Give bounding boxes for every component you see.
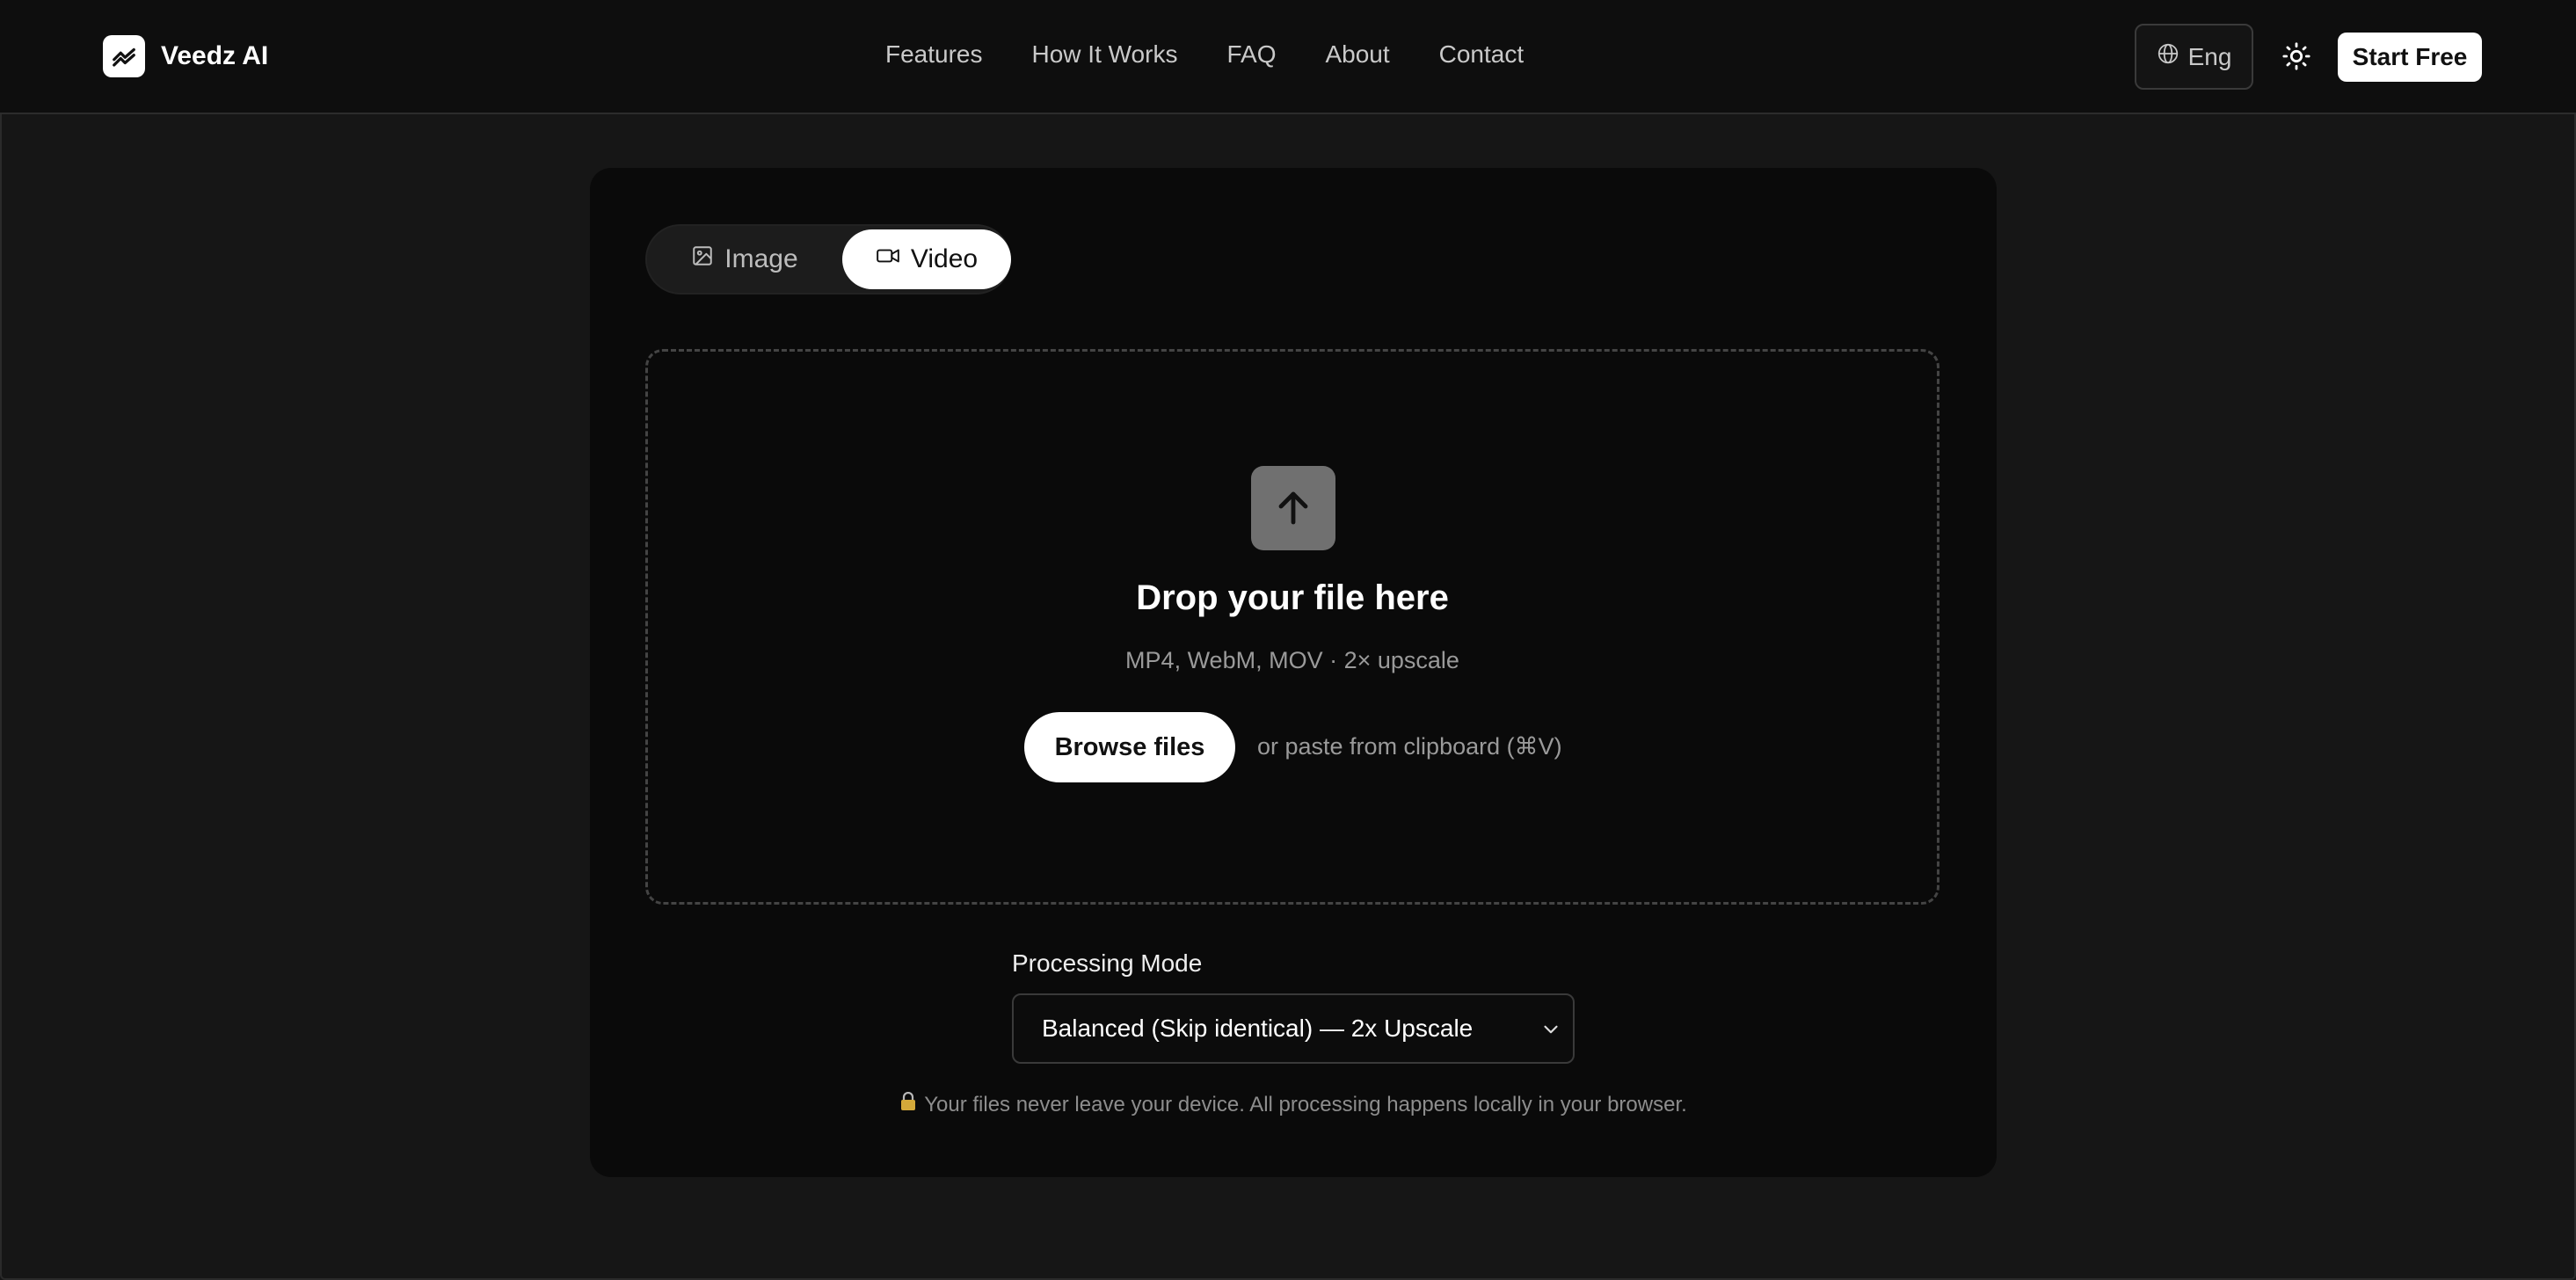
tab-video[interactable]: Video <box>842 229 1011 289</box>
nav-link-contact[interactable]: Contact <box>1439 40 1524 69</box>
brand-logo[interactable]: Veedz AI <box>103 35 268 77</box>
main-nav: Features How It Works FAQ About Contact <box>885 40 1573 69</box>
tab-image-label: Image <box>724 244 798 273</box>
processing-mode-select[interactable]: Balanced (Skip identical) — 2x Upscale <box>1012 993 1575 1064</box>
start-free-button[interactable]: Start Free <box>2338 33 2482 82</box>
nav-link-features[interactable]: Features <box>885 40 983 69</box>
brand-name: Veedz AI <box>161 41 269 70</box>
tab-video-label: Video <box>910 244 979 273</box>
dropzone-title: Drop your file here <box>1136 578 1449 617</box>
globe-icon <box>2157 42 2179 71</box>
media-type-tabs: Image Video <box>645 224 1011 295</box>
privacy-note: Your files never leave your device. All … <box>590 1091 1997 1117</box>
processing-mode-value: Balanced (Skip identical) — 2x Upscale <box>1042 1015 1474 1042</box>
file-dropzone[interactable]: Drop your file here MP4, WebM, MOV · 2× … <box>645 349 1939 905</box>
paste-hint: or paste from clipboard (⌘V) <box>1257 733 1562 760</box>
nav-link-about[interactable]: About <box>1325 40 1389 69</box>
image-icon <box>691 244 714 274</box>
nav-link-how-it-works[interactable]: How It Works <box>1032 40 1178 69</box>
language-selector[interactable]: Eng <box>2135 24 2253 90</box>
arrow-up-icon <box>1251 466 1335 550</box>
theme-toggle[interactable] <box>2275 37 2318 79</box>
chevron-down-icon <box>1539 1018 1562 1047</box>
top-nav-bar: Veedz AI Features How It Works FAQ About… <box>0 0 2576 114</box>
processing-mode-label: Processing Mode <box>1012 949 1203 977</box>
privacy-text: Your files never leave your device. All … <box>924 1092 1687 1116</box>
lock-icon <box>899 1091 917 1117</box>
browse-files-button[interactable]: Browse files <box>1024 712 1235 782</box>
language-label: Eng <box>2187 42 2232 70</box>
nav-link-faq[interactable]: FAQ <box>1226 40 1276 69</box>
upload-card: Image Video Drop your file here MP4, Web… <box>590 168 1997 1177</box>
trend-chart-icon <box>103 35 145 77</box>
sun-icon <box>2281 41 2311 76</box>
tab-image[interactable]: Image <box>652 229 837 289</box>
video-camera-icon <box>876 244 900 274</box>
supported-formats: MP4, WebM, MOV · 2× upscale <box>1125 647 1459 673</box>
